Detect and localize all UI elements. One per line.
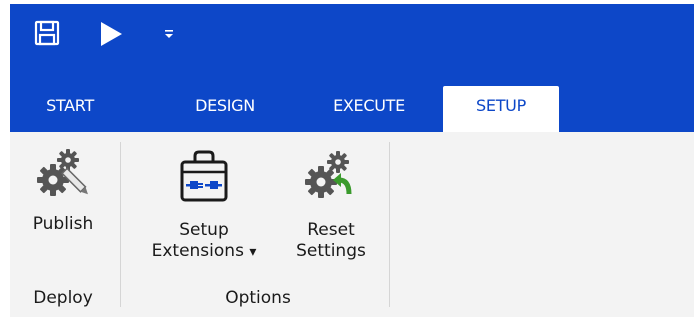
tab-setup[interactable]: SETUP bbox=[443, 86, 559, 132]
reset-settings-label-line1: Reset bbox=[307, 220, 355, 240]
tab-start[interactable]: START bbox=[22, 86, 118, 132]
tab-execute[interactable]: EXECUTE bbox=[310, 86, 428, 132]
briefcase-plugin-icon bbox=[180, 150, 228, 202]
publish-button[interactable]: Publish bbox=[18, 146, 108, 235]
group-label-options: Options bbox=[225, 288, 291, 308]
reset-settings-label-line2: Settings bbox=[296, 241, 366, 261]
setup-extensions-label-line2: Extensions ▾ bbox=[138, 241, 270, 263]
group-label-deploy: Deploy bbox=[33, 288, 93, 308]
chevron-down-icon[interactable]: ▾ bbox=[249, 244, 256, 260]
gears-reset-icon bbox=[305, 151, 352, 198]
setup-extensions-label-text: Extensions bbox=[151, 241, 244, 261]
tab-design[interactable]: DESIGN bbox=[172, 86, 278, 132]
play-icon[interactable] bbox=[98, 20, 124, 48]
setup-extensions-label-line1: Setup bbox=[179, 220, 229, 240]
reset-settings-button[interactable]: Reset Settings bbox=[284, 148, 378, 262]
publish-label: Publish bbox=[32, 214, 94, 234]
group-separator bbox=[120, 142, 121, 307]
setup-extensions-button[interactable]: Setup Extensions ▾ bbox=[138, 148, 270, 263]
gears-pencil-icon bbox=[37, 149, 88, 196]
group-separator bbox=[389, 142, 390, 307]
save-icon[interactable] bbox=[34, 20, 60, 46]
customize-dropdown-icon[interactable] bbox=[163, 28, 175, 40]
